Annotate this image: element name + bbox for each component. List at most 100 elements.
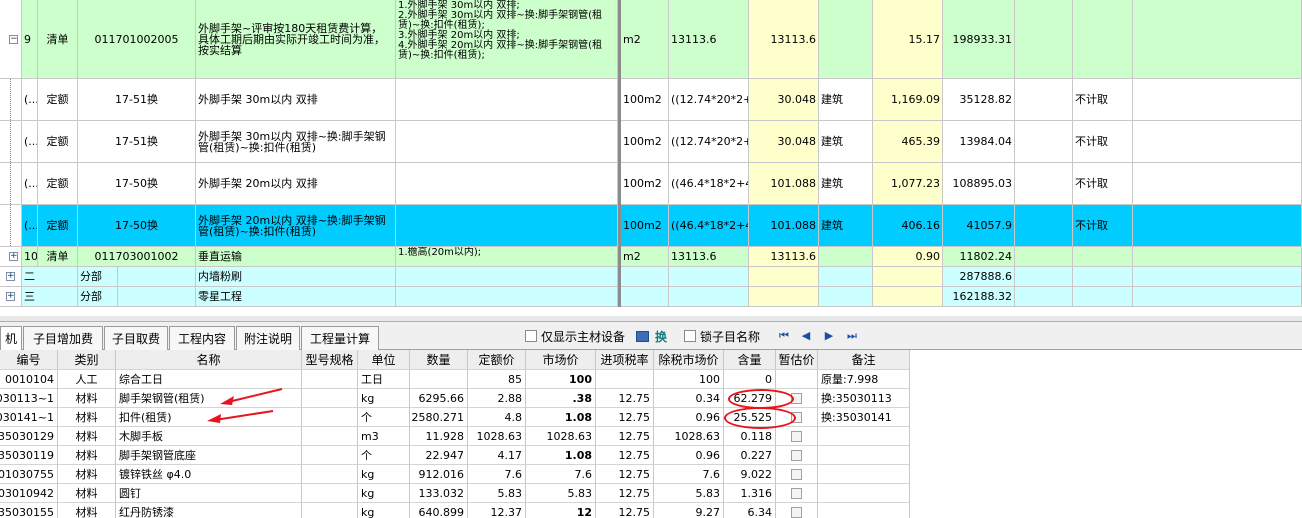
cell-name[interactable]: 外脚手架 20m以内 双排 [196,163,396,205]
cell-qty[interactable]: 640.899 [410,503,468,518]
cell-num[interactable]: 10 [22,247,38,267]
resource-row[interactable]: 35030113~1材料脚手架钢管(租赁) kg6295.662.88.3812.… [0,389,1302,408]
cell-expr[interactable] [669,267,749,287]
cell-feature[interactable] [396,287,618,307]
replace-button[interactable]: 换 [636,328,667,344]
column-header[interactable]: 型号规格 [302,350,358,370]
cell-tax[interactable]: 12.75 [596,427,654,446]
cell-code[interactable] [118,267,196,287]
cell-unit[interactable]: kg [358,465,410,484]
cell-code[interactable]: 35030119 [0,446,58,465]
cell-c14[interactable] [1015,205,1073,247]
resource-row[interactable]: 35030119 材料 脚手架钢管底座 个 22.947 4.17 1.08 12.75 0.9… [0,446,1302,465]
column-header[interactable]: 数量 [410,350,468,370]
resource-row[interactable]: 35030129 材料 木脚手板 m3 11.928 1028.63 1028.63 12.7… [0,427,1302,446]
first-record-icon[interactable]: ⏮ [777,329,791,343]
cell-name[interactable]: 红丹防锈漆 [116,503,302,518]
cell-content[interactable]: 6.34 [724,503,776,518]
cell-content[interactable]: 0 [724,370,776,389]
cell-num[interactable]: (... [22,121,38,163]
cell-tax[interactable]: 12.75 [596,503,654,518]
cell-total[interactable]: 41057.9 [943,205,1015,247]
cell-prof[interactable]: 建筑 [819,79,873,121]
cell-type[interactable]: 定额 [38,205,78,247]
cell-unit[interactable]: m2 [621,0,669,79]
cell-content[interactable]: 0.118 [724,427,776,446]
cell-quota[interactable]: 4.8 [468,408,526,427]
cell-qty[interactable] [749,287,819,307]
cell-expr[interactable]: ((46.4*18*2+47.2*18*2)*3)/100 [669,205,749,247]
cell-qty[interactable]: 101.088 [749,205,819,247]
cell-code[interactable]: 0010104 [0,370,58,389]
cell-net[interactable]: 9.27 [654,503,724,518]
cell-num[interactable]: (... [22,163,38,205]
cell-type[interactable]: 定额 [38,79,78,121]
cell-qty[interactable]: 30.048 [749,121,819,163]
cell-name[interactable]: 垂直运输 [196,247,396,267]
cell-name[interactable]: 扣件(租赁) [116,408,302,427]
cell-price[interactable] [873,287,943,307]
column-header[interactable]: 备注 [818,350,910,370]
cell-total[interactable]: 162188.32 [943,287,1015,307]
cell-name[interactable]: 圆钉 [116,484,302,503]
cell-spec[interactable] [302,484,358,503]
cell-note[interactable] [818,446,910,465]
bill-row[interactable]: +10 清单 011703001002 垂直运输 1.檐高(20m以内); m2 13113… [0,247,1302,267]
cell-market[interactable]: 5.83 [526,484,596,503]
cell-unit[interactable] [621,267,669,287]
cell-market[interactable]: 12 [526,503,596,518]
cell-feature[interactable]: 1.外脚手架 30m以内 双排; 2.外脚手架 30m以内 双排~换:脚手架钢管… [396,0,618,79]
cell-total[interactable]: 108895.03 [943,163,1015,205]
cell-type[interactable]: 材料 [58,389,116,408]
cell-unit[interactable]: kg [358,484,410,503]
cell-feature[interactable] [396,163,618,205]
cell-type[interactable]: 材料 [58,446,116,465]
cell-price[interactable]: 1,077.23 [873,163,943,205]
cell-net[interactable]: 0.96 [654,408,724,427]
resource-row[interactable]: 03010942 材料 圆钉 kg 133.032 5.83 5.83 12.75 5.83 1.… [0,484,1302,503]
cell-spec[interactable] [302,446,358,465]
cell-prof[interactable]: 建筑 [819,205,873,247]
cell-net[interactable]: 5.83 [654,484,724,503]
column-header[interactable]: 名称 [116,350,302,370]
cell-code[interactable]: 17-50换 [78,163,196,205]
bill-row[interactable]: (... 定额 17-51换 外脚手架 30m以内 双排 100m2 ((12.74*20… [0,79,1302,121]
tab-work-content[interactable]: 工程内容 [169,326,235,350]
bill-row[interactable]: + 二 分部 内墙粉刷 287888.6 [0,267,1302,287]
cell-feature[interactable]: 1.檐高(20m以内); [396,247,618,267]
collapse-icon[interactable]: − [9,34,18,44]
cell-qty[interactable]: 2580.271 [410,408,468,427]
bill-row[interactable]: (... 定额 17-50换 外脚手架 20m以内 双排~换:脚手架钢管(租赁)~换:… [0,205,1302,247]
cell-num[interactable]: 二 [22,267,78,287]
cell-prof[interactable] [819,0,873,79]
cell-unit[interactable]: 100m2 [621,163,669,205]
tab-quantity-calc[interactable]: 工程量计算 [301,326,379,350]
cell-note[interactable]: 换:35030113 [818,389,910,408]
cell-code[interactable]: 17-51换 [78,121,196,163]
cell-total[interactable]: 13984.04 [943,121,1015,163]
cell-market[interactable]: 100 [526,370,596,389]
cell-qty[interactable]: 13113.6 [749,247,819,267]
cell-market[interactable]: 1028.63 [526,427,596,446]
cell-note[interactable]: 原量:7.998 [818,370,910,389]
lock-name-option[interactable]: 锁子目名称 [684,328,760,344]
cell-note[interactable] [818,503,910,518]
cell-quota[interactable]: 4.17 [468,446,526,465]
cell-price[interactable]: 1,169.09 [873,79,943,121]
cell-spec[interactable] [302,427,358,446]
cell-prof[interactable]: 建筑 [819,121,873,163]
cell-code[interactable]: 03010942 [0,484,58,503]
cell-code[interactable] [118,287,196,307]
cell-note[interactable] [1073,0,1133,79]
column-header[interactable]: 市场价 [526,350,596,370]
cell-prof[interactable] [819,287,873,307]
cell-quota[interactable]: 2.88 [468,389,526,408]
cell-total[interactable]: 287888.6 [943,267,1015,287]
cell-type[interactable]: 材料 [58,427,116,446]
cell-content[interactable]: 1.316 [724,484,776,503]
cell-note[interactable]: 换:35030141 [818,408,910,427]
cell-type[interactable]: 定额 [38,163,78,205]
cell-type[interactable]: 材料 [58,484,116,503]
cell-expr[interactable]: ((12.74*20*2+12.3*20*2)*3)/100 [669,79,749,121]
cell-unit[interactable]: m2 [621,247,669,267]
